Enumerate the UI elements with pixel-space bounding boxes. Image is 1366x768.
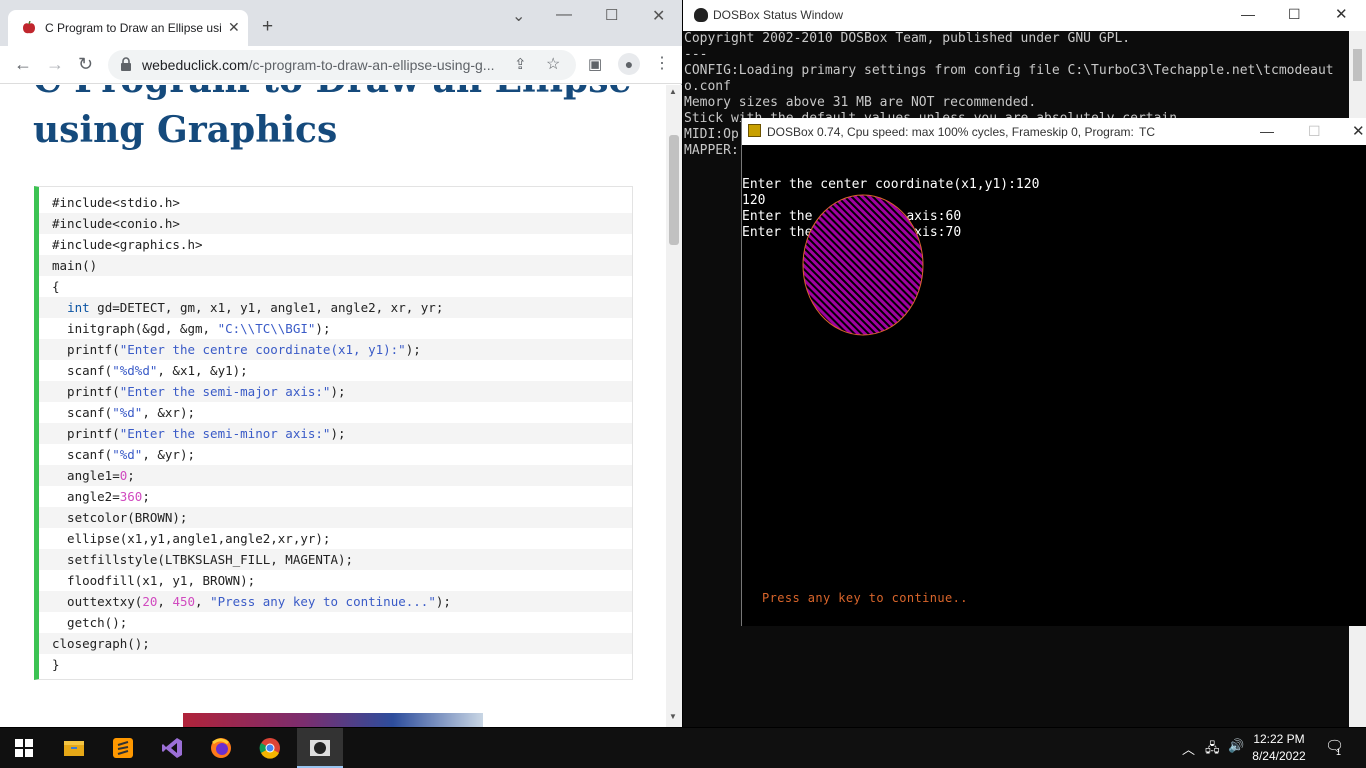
- code-line: setfillstyle(LTBKSLASH_FILL, MAGENTA);: [39, 549, 632, 570]
- console-line: Copyright 2002-2010 DOSBox Team, publish…: [684, 31, 1131, 46]
- code-line: scanf("%d%d", &x1, &y1);: [52, 363, 248, 378]
- status-window-titlebar[interactable]: DOSBox Status Window — ☐ ✕: [683, 0, 1366, 31]
- code-line: printf("Enter the semi-major axis:");: [39, 381, 632, 402]
- file-explorer-icon[interactable]: [63, 737, 85, 759]
- url-text: webeduclick.com/c-program-to-draw-an-ell…: [142, 57, 494, 73]
- code-block: #include<stdio.h> #include<conio.h> #inclu…: [34, 186, 633, 680]
- page-content: C Program to Draw an Ellipse using Graph…: [0, 85, 666, 727]
- sublime-text-icon[interactable]: [112, 737, 134, 759]
- code-line: {: [52, 279, 60, 294]
- dosbox-titlebar[interactable]: DOSBox 0.74, Cpu speed: max 100% cycles,…: [742, 118, 1366, 145]
- url-domain: webeduclick.com: [142, 57, 249, 73]
- code-line: scanf("%d", &yr);: [52, 447, 196, 462]
- close-tab-icon[interactable]: ✕: [228, 19, 240, 36]
- dosbox-title: DOSBox 0.74, Cpu speed: max 100% cycles,…: [767, 125, 1134, 139]
- tab-title: C Program to Draw an Ellipse usi: [45, 21, 222, 35]
- code-line: #include<graphics.h>: [52, 237, 203, 252]
- code-line: initgraph(&gd, &gm, "C:\\TC\\BGI");: [52, 321, 331, 336]
- code-line: setcolor(BROWN);: [39, 507, 632, 528]
- dosbox-taskbar-button[interactable]: [297, 728, 343, 768]
- code-line: }: [52, 657, 60, 672]
- code-line: outtextxy(20, 450, "Press any key to con…: [39, 591, 632, 612]
- system-clock[interactable]: 12:22 PM 8/24/2022: [1248, 731, 1310, 765]
- article-title: C Program to Draw an Ellipse using Graph…: [33, 85, 631, 151]
- browser-window: C Program to Draw an Ellipse usi ✕ + ⌄ —…: [0, 0, 682, 727]
- clock-time: 12:22 PM: [1253, 732, 1305, 746]
- url-path: /c-program-to-draw-an-ellipse-using-g...: [248, 57, 495, 73]
- code-line: printf("Enter the semi-minor axis:");: [39, 423, 632, 444]
- close-window-icon[interactable]: ✕: [652, 6, 665, 26]
- forward-icon[interactable]: →: [46, 55, 64, 73]
- tab-search-icon[interactable]: ⌄: [512, 6, 525, 26]
- notification-count: 1: [1336, 747, 1342, 757]
- code-line: printf("Enter the centre coordinate(x1, …: [39, 339, 632, 360]
- maximize-icon[interactable]: ☐: [1308, 123, 1321, 140]
- maximize-icon[interactable]: ☐: [605, 6, 618, 24]
- code-line: #include<conio.h>: [39, 213, 632, 234]
- page-scrollbar[interactable]: ▲ ▼: [666, 85, 682, 727]
- firefox-icon[interactable]: [210, 737, 232, 759]
- code-line: #include<stdio.h>: [52, 195, 180, 210]
- notification-center-icon[interactable]: 🗨: [1325, 737, 1344, 755]
- code-line: scanf("%d", &xr);: [52, 405, 196, 420]
- minimize-icon[interactable]: —: [1241, 6, 1255, 22]
- new-tab-icon[interactable]: +: [262, 17, 273, 36]
- code-line: angle1=0;: [39, 465, 632, 486]
- scroll-up-icon[interactable]: ▲: [669, 87, 677, 96]
- chrome-icon[interactable]: [259, 737, 281, 759]
- code-line: getch();: [52, 615, 128, 630]
- close-window-icon[interactable]: ✕: [1352, 122, 1365, 140]
- console-line: ---: [684, 47, 708, 62]
- menu-icon[interactable]: ⋮: [654, 55, 670, 73]
- tab-strip: C Program to Draw an Ellipse usi ✕ + ⌄ —…: [0, 0, 682, 46]
- address-bar[interactable]: webeduclick.com/c-program-to-draw-an-ell…: [108, 50, 576, 80]
- site-favicon-icon: [23, 21, 35, 34]
- volume-icon[interactable]: 🔊: [1228, 738, 1244, 754]
- browser-toolbar: ← → ↻ webeduclick.com/c-program-to-draw-…: [0, 46, 682, 84]
- minimize-icon[interactable]: —: [1260, 123, 1274, 139]
- press-any-key-text: Press any key to continue..: [762, 591, 968, 605]
- dosbox-icon: [310, 740, 330, 756]
- reload-icon[interactable]: ↻: [78, 55, 93, 73]
- code-line: main(): [39, 255, 632, 276]
- advertisement-image[interactable]: [183, 713, 483, 727]
- bookmark-star-icon[interactable]: ☆: [546, 54, 560, 74]
- scroll-down-icon[interactable]: ▼: [669, 712, 677, 721]
- share-icon[interactable]: ⇪: [514, 55, 527, 73]
- visual-studio-icon[interactable]: [161, 737, 183, 759]
- console-line: CONFIG:Loading primary settings from con…: [684, 63, 1334, 78]
- code-line: int gd=DETECT, gm, x1, y1, angle1, angle…: [39, 297, 632, 318]
- network-icon[interactable]: 🖧: [1205, 739, 1220, 761]
- close-window-icon[interactable]: ✕: [1335, 5, 1348, 23]
- lock-icon: [121, 57, 131, 71]
- browser-tab[interactable]: C Program to Draw an Ellipse usi ✕: [8, 10, 248, 46]
- code-line: angle2=360;: [52, 489, 150, 504]
- console-line: o.conf: [684, 79, 731, 94]
- status-window-title: DOSBox Status Window: [713, 8, 844, 22]
- dosbox-window: DOSBox 0.74, Cpu speed: max 100% cycles,…: [741, 118, 1366, 626]
- windows-start-icon[interactable]: [15, 739, 33, 757]
- profile-avatar-icon[interactable]: ●: [618, 53, 640, 75]
- dosbox-screen[interactable]: Enter the center coordinate(x1,y1):120 12…: [742, 145, 1366, 626]
- scrollbar-thumb[interactable]: [1353, 49, 1362, 81]
- back-icon[interactable]: ←: [14, 55, 32, 73]
- side-panel-icon[interactable]: ▣: [588, 56, 602, 74]
- dosbox-app-icon: [694, 8, 708, 22]
- scrollbar-thumb[interactable]: [669, 135, 679, 245]
- code-line: ellipse(x1,y1,angle1,angle2,xr,yr);: [52, 531, 331, 546]
- show-hidden-icons-icon[interactable]: ︿: [1182, 739, 1195, 758]
- dosbox-app-icon: [748, 124, 761, 137]
- taskbar: ︿ 🖧 🔊 12:22 PM 8/24/2022 🗨 1: [0, 728, 1366, 768]
- code-line: floodfill(x1, y1, BROWN);: [52, 573, 256, 588]
- clock-date: 8/24/2022: [1252, 749, 1306, 763]
- dosbox-program-name: TC: [1139, 125, 1155, 139]
- console-line: Memory sizes above 31 MB are NOT recomme…: [684, 95, 1037, 110]
- code-line: closegraph();: [39, 633, 632, 654]
- minimize-icon[interactable]: —: [556, 6, 572, 24]
- ellipse-graphic: [802, 194, 924, 336]
- maximize-icon[interactable]: ☐: [1288, 6, 1301, 23]
